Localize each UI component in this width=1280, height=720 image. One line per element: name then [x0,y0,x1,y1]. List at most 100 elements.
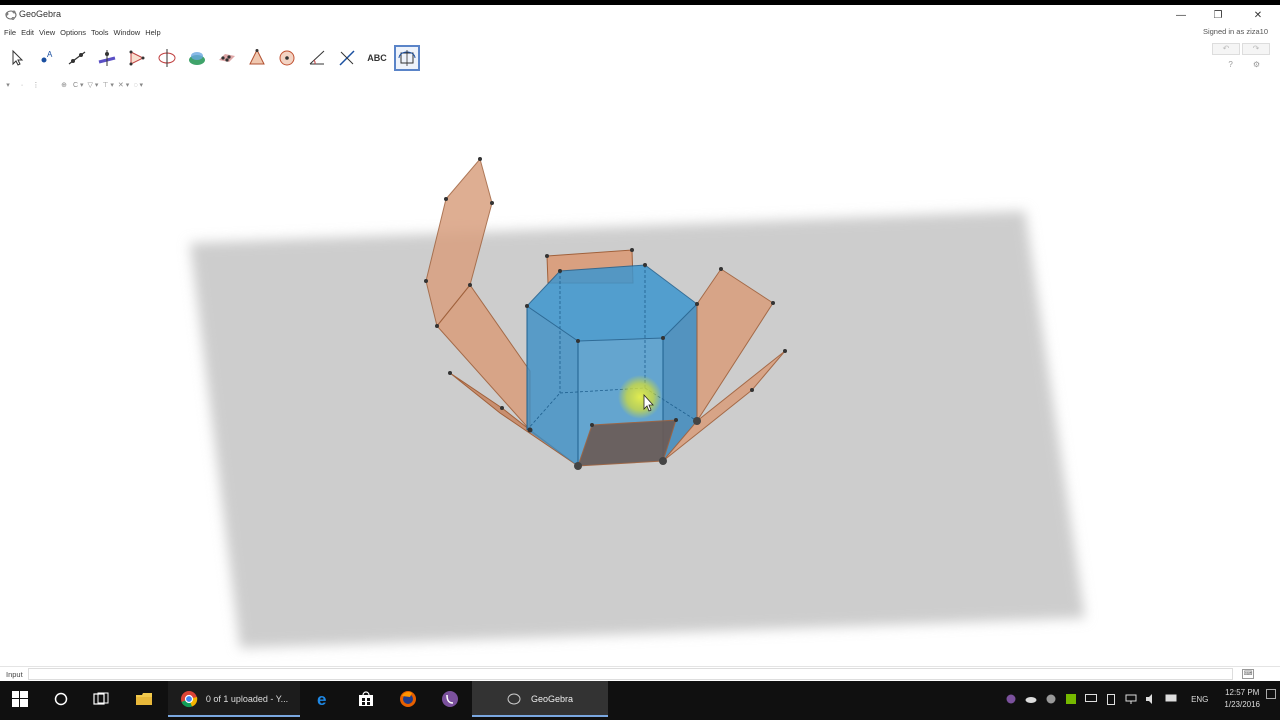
polygon-tool-button[interactable] [124,45,150,71]
system-tray: ENG 12:57 PM 1/23/2016 [1005,681,1260,717]
input-field[interactable] [28,668,1233,680]
viber-icon [442,691,458,707]
store-button[interactable] [346,681,386,717]
menu-help[interactable]: Help [145,28,160,37]
undo-button[interactable]: ↶ [1212,43,1240,55]
svg-text:A: A [47,50,53,59]
firefox-icon [400,691,416,707]
menu-file[interactable]: File [4,28,16,37]
graphics-3d-view[interactable] [0,93,1280,663]
stylebar-plane[interactable]: ▽ ▾ [88,81,99,89]
window-title: GeoGebra [19,9,62,19]
reflect-tool-button[interactable] [334,45,360,71]
rotate-view-tool-button[interactable] [394,45,420,71]
windows-taskbar: 0 of 1 uploaded - Y... e GeoGebra ENG 12… [0,681,1280,720]
sphere-tool-button[interactable] [274,45,300,71]
angle-icon [309,50,325,65]
stylebar-axes[interactable]: ⋮ [31,81,41,89]
chrome-taskbar-item[interactable]: 0 of 1 uploaded - Y... [168,681,300,717]
search-button[interactable] [42,681,80,717]
toolbar-help-row: ? ⚙ [1228,60,1260,69]
geogebra-icon [5,10,17,20]
messages-tray-icon[interactable] [1165,693,1177,705]
geogebra-icon [507,693,521,705]
close-button[interactable]: ✕ [1243,7,1273,23]
input-label: Input [6,670,23,679]
file-explorer-icon [136,693,152,705]
search-circle-icon [54,692,68,706]
perpendicular-tool-button[interactable] [94,45,120,71]
geogebra-taskbar-item[interactable]: GeoGebra [472,681,608,717]
settings-icon[interactable]: ⚙ [1253,60,1260,69]
geogebra-window-label: GeoGebra [530,694,574,704]
reflect-icon [339,50,355,66]
menu-edit[interactable]: Edit [21,28,34,37]
menu-window[interactable]: Window [114,28,141,37]
move-tool-button[interactable] [4,45,30,71]
input-bar: Input ⌨ [0,666,1280,681]
point-tool-button[interactable]: A [34,45,60,71]
start-button[interactable] [0,681,40,717]
nvidia-tray-icon[interactable] [1065,693,1077,705]
circle-axis-tool-button[interactable] [154,45,180,71]
onedrive-tray-icon[interactable] [1025,693,1037,705]
language-indicator[interactable]: ENG [1191,695,1208,704]
menu-options[interactable]: Options [60,28,86,37]
undo-redo-group: ↶ ↷ [1210,43,1270,55]
edge-icon: e [317,690,326,708]
line-icon [68,51,86,65]
text-tool-button[interactable]: ABC [364,45,390,71]
show-desktop-button[interactable] [1266,689,1276,699]
minimize-button[interactable]: — [1166,7,1196,23]
sphere-icon [279,50,295,66]
redo-button[interactable]: ↷ [1242,43,1270,55]
plane-icon [219,54,235,62]
menu-tools[interactable]: Tools [91,28,109,37]
angle-tool-button[interactable] [304,45,330,71]
stylebar-rotate[interactable]: ◌ ▾ [133,81,143,89]
perpendicular-line-icon [98,50,116,66]
pyramid-tool-button[interactable] [244,45,270,71]
file-explorer-button[interactable] [124,681,164,717]
rotate-view-icon [398,50,416,66]
clock[interactable]: 12:57 PM 1/23/2016 [1224,687,1260,711]
intersect-surfaces-icon [189,52,205,65]
volume-tray-icon[interactable] [1145,693,1157,705]
svg-text:e: e [317,690,326,708]
viber-tray-icon[interactable] [1005,693,1017,705]
title-bar: GeoGebra — ❐ ✕ [0,5,1280,25]
chrome-tray-icon[interactable] [1045,693,1057,705]
task-view-icon [93,692,109,705]
toolbar: A ABC [0,45,424,75]
maximize-button[interactable]: ❐ [1203,7,1233,23]
plane-tool-button[interactable] [214,45,240,71]
intersect-surfaces-tool-button[interactable] [184,45,210,71]
edge-button[interactable]: e [304,681,344,717]
chrome-icon [180,691,198,708]
stylebar-toggle[interactable]: ▾ [3,81,13,89]
cursor-highlight [618,375,662,419]
stylebar-projection[interactable]: ⊤ ▾ [102,81,114,89]
firefox-button[interactable] [388,681,428,717]
menu-view[interactable]: View [39,28,55,37]
stylebar-standard-view[interactable]: ⊕ [59,81,69,89]
stylebar-clipping[interactable]: ✕ ▾ [118,81,129,89]
battery-tray-icon[interactable] [1105,693,1117,705]
stylebar-point-style[interactable]: · [17,82,27,89]
circle-axis-icon [158,49,176,67]
viber-button[interactable] [430,681,470,717]
graphics-canvas[interactable] [0,93,1280,663]
chrome-window-label: 0 of 1 uploaded - Y... [205,694,289,704]
line-tool-button[interactable] [64,45,90,71]
keyboard-icon[interactable]: ⌨ [1242,669,1254,679]
monitor-tray-icon[interactable] [1085,693,1098,705]
stylebar-color[interactable]: C ▾ [73,81,84,89]
help-icon[interactable]: ? [1228,60,1232,69]
polygon-icon [129,50,145,66]
signed-in-label[interactable]: Signed in as ziza10 [1203,27,1268,36]
windows-start-icon [12,691,28,707]
text-tool-icon: ABC [367,53,387,63]
move-arrow-icon [12,49,24,66]
network-tray-icon[interactable] [1125,693,1137,705]
task-view-button[interactable] [82,681,120,717]
